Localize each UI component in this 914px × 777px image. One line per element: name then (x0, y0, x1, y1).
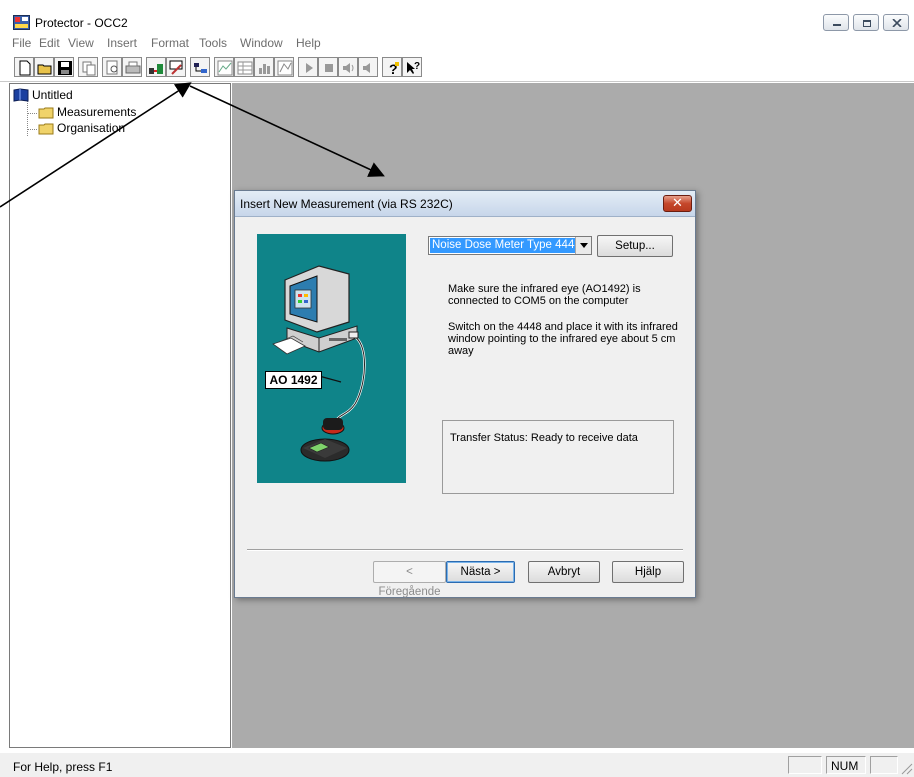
statistics-icon (277, 60, 293, 76)
copy-icon (82, 61, 96, 76)
menu-format[interactable]: Format (151, 36, 189, 50)
help-button[interactable]: ? (382, 57, 402, 77)
menu-view[interactable]: View (68, 36, 94, 50)
toolbar: ? ? (0, 53, 914, 82)
sound-on-button[interactable] (338, 57, 358, 77)
status-help-text: For Help, press F1 (13, 760, 113, 774)
menu-insert[interactable]: Insert (107, 36, 137, 50)
status-cell-caps (788, 756, 822, 774)
stop-button[interactable] (318, 57, 338, 77)
menu-bar: File Edit View Insert Format Tools Windo… (0, 34, 914, 52)
status-cell-num: NUM (826, 756, 866, 774)
tree-node-organisation[interactable]: Organisation (38, 121, 125, 135)
dialog-title: Insert New Measurement (via RS 232C) (240, 197, 453, 211)
device-illustration: AO 1492 (257, 234, 406, 483)
menu-edit[interactable]: Edit (39, 36, 60, 50)
insert-measurement-button[interactable] (146, 57, 166, 77)
device-dropdown-value: Noise Dose Meter Type 4448 (430, 238, 575, 253)
graph-icon (217, 60, 233, 76)
stop-icon (325, 64, 333, 72)
maximize-button[interactable] (853, 14, 879, 31)
illustration-label: AO 1492 (265, 371, 322, 389)
print-preview-button[interactable] (102, 57, 122, 77)
back-button[interactable]: < Föregående (373, 561, 446, 598)
svg-text:?: ? (414, 61, 420, 72)
print-icon (125, 61, 141, 74)
window-titlebar: Protector - OCC2 (0, 12, 914, 34)
play-icon (306, 63, 313, 73)
histogram-button[interactable] (254, 57, 274, 77)
transfer-status-box: Transfer Status: Ready to receive data (442, 420, 674, 494)
graph-button[interactable] (214, 57, 234, 77)
sound-on-icon (343, 63, 354, 73)
menu-tools[interactable]: Tools (199, 36, 227, 50)
dropdown-arrow-button[interactable] (575, 237, 591, 254)
folder-icon (38, 123, 54, 134)
help-icon: ? (389, 61, 399, 76)
instruction-text-1: Make sure the infrared eye (AO1492) is c… (448, 283, 641, 307)
minimize-icon (833, 24, 841, 26)
tree-root-label: Untitled (32, 88, 73, 102)
status-bar: For Help, press F1 NUM (0, 753, 914, 777)
dialog-titlebar: Insert New Measurement (via RS 232C) ✕ (235, 191, 695, 217)
new-icon (19, 60, 31, 76)
dialog-close-button[interactable]: ✕ (663, 195, 692, 212)
open-icon (37, 64, 52, 75)
instruction-text-2: Switch on the 4448 and place it with its… (448, 321, 678, 357)
next-button[interactable]: Nästa > (446, 561, 515, 583)
folder-icon (38, 107, 54, 118)
statistics-button[interactable] (274, 57, 294, 77)
print-button[interactable] (122, 57, 142, 77)
tree-connector (27, 113, 37, 114)
edit-button[interactable] (166, 57, 186, 77)
open-button[interactable] (34, 57, 54, 77)
window-title: Protector - OCC2 (35, 16, 128, 30)
context-help-button[interactable]: ? (402, 57, 422, 77)
setup-button[interactable]: Setup... (597, 235, 673, 257)
save-icon (58, 61, 72, 75)
table-button[interactable] (234, 57, 254, 77)
app-icon (13, 15, 30, 30)
chevron-down-icon (580, 243, 588, 248)
sound-off-icon (363, 63, 370, 73)
close-icon (892, 19, 902, 27)
cancel-button[interactable]: Avbryt (528, 561, 600, 583)
transfer-status-text: Transfer Status: Ready to receive data (450, 432, 638, 444)
document-icon (13, 88, 29, 102)
device-dropdown[interactable]: Noise Dose Meter Type 4448 (428, 236, 592, 255)
print-preview-icon (106, 60, 118, 75)
play-button[interactable] (298, 57, 318, 77)
menu-file[interactable]: File (12, 36, 31, 50)
edit-icon (169, 60, 183, 75)
tree-node-measurements[interactable]: Measurements (38, 105, 136, 119)
copy-button[interactable] (78, 57, 98, 77)
tree-button[interactable] (190, 57, 210, 77)
tree-connector (27, 129, 37, 130)
status-cell-scroll (870, 756, 898, 774)
sound-off-button[interactable] (358, 57, 378, 77)
help-dialog-button[interactable]: Hjälp (612, 561, 684, 583)
close-button[interactable] (883, 14, 909, 31)
insert-measurement-dialog: Insert New Measurement (via RS 232C) ✕ A… (234, 190, 696, 598)
tree-root-node[interactable]: Untitled (13, 88, 73, 102)
close-icon: ✕ (672, 195, 683, 210)
minimize-button[interactable] (823, 14, 849, 31)
tree-node-label: Organisation (57, 121, 126, 135)
menu-help[interactable]: Help (296, 36, 321, 50)
tree-icon (194, 63, 207, 73)
dialog-separator (247, 549, 683, 551)
new-button[interactable] (14, 57, 34, 77)
save-button[interactable] (54, 57, 74, 77)
maximize-icon (863, 20, 871, 27)
menu-window[interactable]: Window (240, 36, 283, 50)
tree-node-label: Measurements (57, 105, 137, 119)
table-icon (237, 61, 253, 75)
histogram-icon (259, 64, 270, 74)
tree-connector (27, 100, 28, 136)
resize-grip-icon[interactable] (901, 763, 913, 775)
tree-view[interactable]: Untitled Measurements Organisation (9, 83, 231, 748)
insert-measurement-icon (149, 64, 163, 74)
context-help-icon: ? (407, 61, 420, 74)
